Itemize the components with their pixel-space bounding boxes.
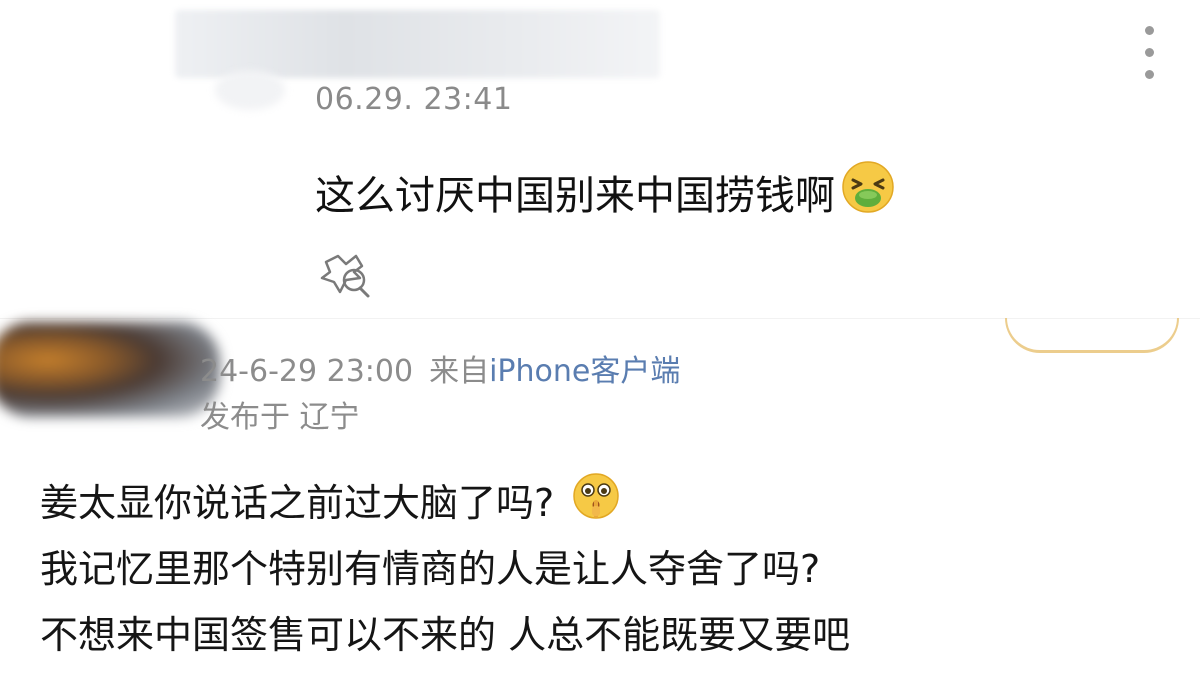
post-line-1-text: 姜太显你说话之前过大脑了吗? xyxy=(40,481,555,525)
from-label: 来自 xyxy=(429,354,490,389)
blurred-avatar xyxy=(215,70,285,110)
post-line-1: 姜太显你说话之前过大脑了吗? xyxy=(40,470,850,536)
post-meta: 24-6-29 23:00 来自iPhone客户端 xyxy=(200,346,680,390)
post-line-2: 我记忆里那个特别有情商的人是让人夺舍了吗? xyxy=(40,547,821,591)
post-body: 姜太显你说话之前过大脑了吗? 我记忆里那个特别有情商的人是让人夺舍了吗? 不想来… xyxy=(40,470,850,668)
shushing-face-icon xyxy=(572,472,620,534)
reply-bubble-icon[interactable] xyxy=(316,248,378,304)
comment-body: 这么讨厌中国别来中国捞钱啊 xyxy=(315,173,835,219)
nauseated-face-icon xyxy=(841,160,895,224)
comment-text: 这么讨厌中国别来中国捞钱啊 xyxy=(315,160,895,224)
post-time: 24-6-29 23:00 xyxy=(200,354,414,389)
post-line-3: 不想来中国签售可以不来的 人总不能既要又要吧 xyxy=(40,613,851,657)
post-location: 发布于 辽宁 xyxy=(200,400,360,435)
blurred-username xyxy=(175,10,660,78)
decorative-curve xyxy=(1005,318,1179,353)
top-comment-card: 06.29. 23:41 这么讨厌中国别来中国捞钱啊 xyxy=(0,0,1200,318)
client-link[interactable]: iPhone客户端 xyxy=(489,354,680,389)
comment-timestamp: 06.29. 23:41 xyxy=(315,82,513,117)
more-vertical-icon[interactable] xyxy=(1138,26,1160,86)
blurred-avatar-2 xyxy=(0,322,220,417)
